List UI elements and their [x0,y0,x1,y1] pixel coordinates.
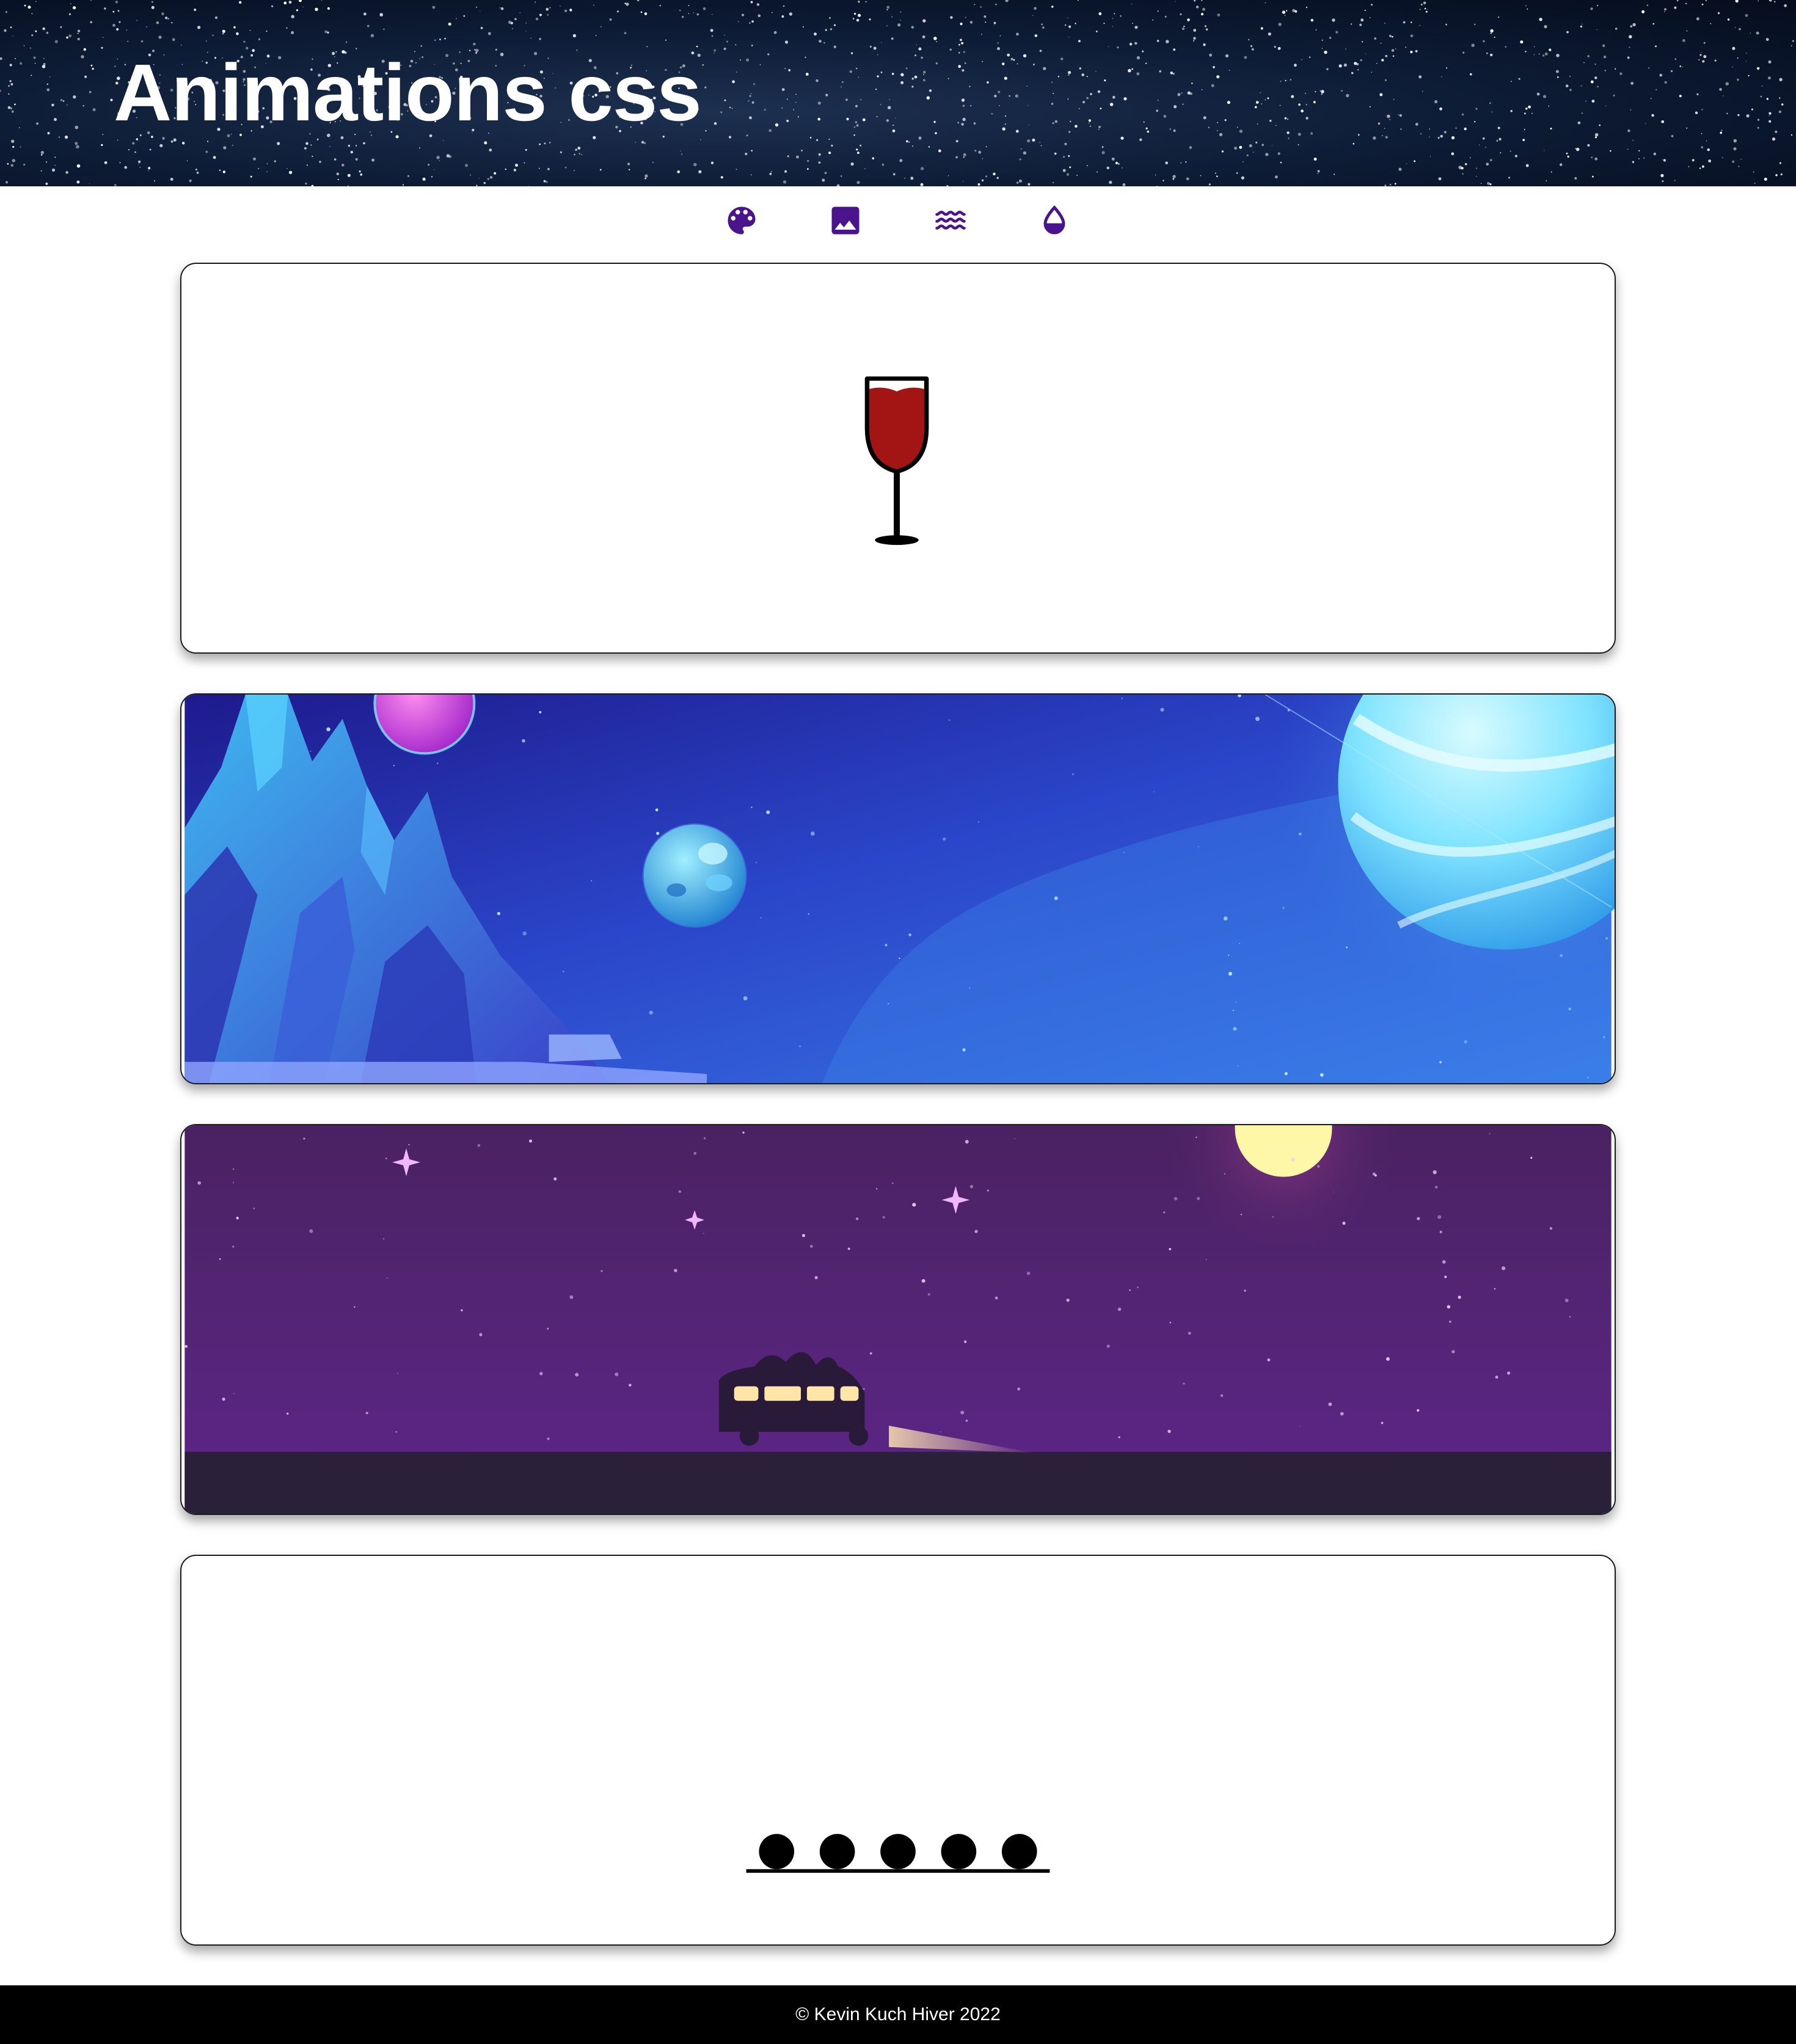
page-header: Animations css [0,0,1796,186]
ball [941,1834,977,1869]
bouncing-balls-card [180,1555,1616,1946]
ball [759,1834,795,1869]
space-scene-card [180,693,1616,1084]
wine-glass-card [180,263,1616,654]
page-footer: © Kevin Kuch Hiver 2022 [0,1985,1796,2044]
ball-floor-line [746,1869,1050,1873]
night-van-card [180,1124,1616,1515]
water-drop-icon[interactable] [1036,202,1073,239]
ball [1001,1834,1037,1869]
icon-nav [0,186,1796,260]
space-scene-illustration [184,695,1615,1083]
ball [819,1834,855,1869]
ball [880,1834,916,1869]
palette-icon[interactable] [723,202,760,239]
wine-glass-illustration [864,376,929,546]
waves-icon[interactable] [932,202,969,239]
night-van-illustration [184,1125,1612,1514]
image-icon[interactable] [827,202,864,239]
copyright-text: © Kevin Kuch Hiver 2022 [795,2004,1001,2024]
bouncing-balls-illustration [746,1834,1050,1873]
page-title: Animations css [114,48,702,137]
